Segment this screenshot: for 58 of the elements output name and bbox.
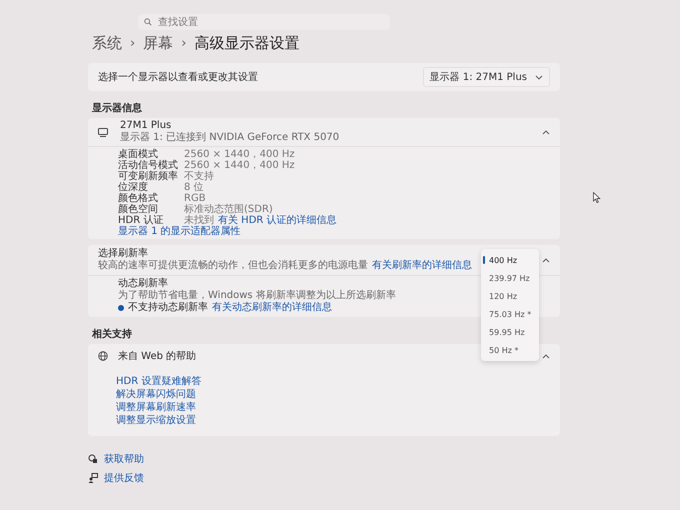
monitor-subtitle: 显示器 1: 已连接到 NVIDIA GeForce RTX 5070 xyxy=(120,132,340,144)
mouse-pointer-icon xyxy=(593,192,601,203)
info-value: 不支持 xyxy=(184,171,214,182)
info-value: 8 位 xyxy=(184,182,204,193)
help-icon xyxy=(88,454,98,464)
help-link[interactable]: 解决屏幕闪烁问题 xyxy=(116,389,196,400)
chevron-icon[interactable] xyxy=(542,258,550,262)
chevron-icon[interactable] xyxy=(542,130,550,134)
info-value: RGB xyxy=(184,193,206,204)
monitor-name: 27M1 Plus xyxy=(120,120,172,132)
breadcrumb-separator: › xyxy=(130,36,136,51)
select-display-label: 选择一个显示器以查看或更改其设置 xyxy=(98,70,258,84)
menu-option[interactable]: 120 Hz xyxy=(481,287,539,305)
breadcrumb-separator: › xyxy=(181,36,186,51)
info-value: 未找到 xyxy=(184,215,214,226)
help-link[interactable]: HDR 设置疑难解答 xyxy=(116,376,202,387)
breadcrumb-link[interactable]: 系统 xyxy=(92,34,122,53)
display-dropdown[interactable]: 显示器 1: 27M1 Plus xyxy=(422,67,550,87)
page-title: 高级显示器设置 xyxy=(194,34,300,53)
info-value: 标准动态范围(SDR) xyxy=(184,204,273,215)
feedback-icon xyxy=(88,473,98,483)
adapter-properties-link[interactable]: 显示器 1 的显示适配器属性 xyxy=(118,226,241,237)
menu-option[interactable]: 59.95 Hz xyxy=(481,323,539,341)
search-field[interactable]: 查找设置 xyxy=(138,14,390,30)
menu-option[interactable]: 239.97 Hz xyxy=(481,269,539,287)
menu-option[interactable]: 50 Hz * xyxy=(481,341,539,359)
section-heading: 相关支持 xyxy=(92,328,132,341)
section-heading: 显示器信息 xyxy=(92,102,142,115)
breadcrumb-link[interactable]: 屏幕 xyxy=(143,34,174,53)
info-label: 颜色格式 xyxy=(118,193,159,204)
help-link[interactable]: 调整屏幕刷新速率 xyxy=(116,402,196,413)
info-label: 活动信号模式 xyxy=(118,160,179,171)
help-link[interactable]: 调整显示缩放设置 xyxy=(116,415,196,426)
monitor-icon xyxy=(98,128,108,136)
setting-description: 较高的速率可提供更流畅的动作，但也会消耗更多的电源电量 xyxy=(98,260,368,272)
chevron-icon[interactable] xyxy=(535,74,543,80)
setting-title: 选择刷新率 xyxy=(98,248,148,260)
globe-icon xyxy=(98,351,108,361)
info-label: 颜色空间 xyxy=(118,204,159,215)
footer-link[interactable]: 提供反馈 xyxy=(104,471,144,485)
refresh-info-link[interactable]: 有关刷新率的详细信息 xyxy=(372,260,472,272)
chevron-icon[interactable] xyxy=(542,354,550,358)
info-label: 可变刷新频率 xyxy=(118,171,179,182)
setting-description: 为了帮助节省电量，Windows 将刷新率调整为以上所选刷新率 xyxy=(118,290,396,302)
info-link[interactable]: 有关 HDR 认证的详细信息 xyxy=(218,215,337,226)
info-dot-icon xyxy=(118,305,124,311)
footer-link[interactable]: 获取帮助 xyxy=(104,452,144,466)
dynamic-refresh-info-link[interactable]: 有关动态刷新率的详细信息 xyxy=(212,302,332,314)
setting-title: 动态刷新率 xyxy=(118,278,168,290)
menu-option[interactable]: 75.03 Hz * xyxy=(481,305,539,323)
info-label: 位深度 xyxy=(118,182,148,193)
info-label: HDR 认证 xyxy=(118,215,164,226)
info-label: 桌面模式 xyxy=(118,149,158,160)
info-value: 2560 × 1440，400 Hz xyxy=(184,149,295,160)
web-help-title: 来自 Web 的帮助 xyxy=(118,350,196,363)
info-value: 2560 × 1440，400 Hz xyxy=(184,160,295,171)
menu-option[interactable]: 400 Hz xyxy=(481,251,539,269)
status-text: 不支持动态刷新率 xyxy=(128,302,208,314)
